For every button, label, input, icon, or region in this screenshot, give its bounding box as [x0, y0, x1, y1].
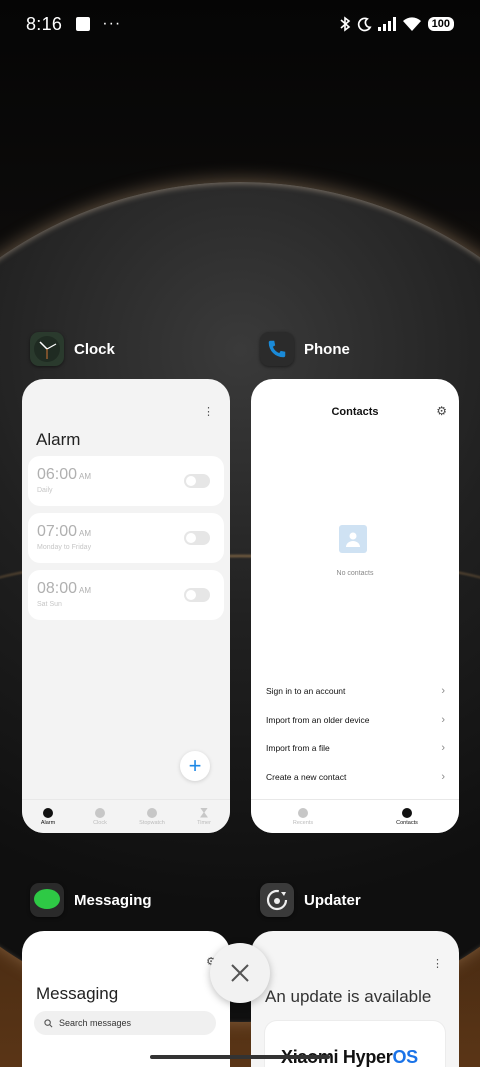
update-available-title: An update is available — [265, 987, 432, 1006]
analog-clock-icon — [34, 336, 60, 362]
tab-label: Alarm — [40, 819, 56, 826]
alarm-repeat: Monday to Friday — [37, 544, 92, 551]
messaging-app-icon — [30, 883, 64, 917]
alarm-row[interactable]: 07:00 AM Monday to Friday — [28, 513, 224, 563]
messaging-app-card[interactable]: ⚙ Messaging Search messages — [22, 931, 230, 1067]
status-time: 8:16 — [26, 13, 63, 34]
menu-label: Import from a file — [266, 743, 330, 753]
tab-recents[interactable]: Recents — [281, 807, 326, 826]
contacts-title: Contacts — [331, 406, 379, 418]
messaging-title: Messaging — [36, 984, 119, 1003]
tab-label: Clock — [93, 819, 107, 826]
menu-label: Import from an older device — [266, 715, 370, 725]
alarm-time: 06:00 AM — [37, 466, 92, 483]
signal-icon — [377, 17, 396, 31]
chevron-right-icon: › — [441, 771, 445, 783]
alarm-row[interactable]: 06:00 AM Daily — [28, 456, 224, 506]
search-messages-input[interactable]: Search messages — [34, 1011, 216, 1035]
bluetooth-icon — [340, 16, 350, 32]
more-options-icon[interactable]: ⋮ — [203, 405, 214, 418]
tab-label: Recents — [292, 819, 314, 826]
settings-gear-icon[interactable]: ⚙ — [436, 404, 447, 418]
search-placeholder: Search messages — [59, 1018, 132, 1028]
more-notifications-icon: ··· — [102, 15, 122, 32]
phone-bottom-nav: Recents Contacts — [251, 799, 459, 833]
alarm-icon — [43, 807, 53, 818]
tab-label: Stopwatch — [139, 819, 165, 826]
battery-icon: 100 — [427, 17, 454, 31]
wifi-icon — [402, 16, 421, 31]
updater-app-name: Updater — [304, 891, 361, 909]
notification-square-icon — [76, 17, 91, 31]
person-icon — [402, 807, 412, 818]
updater-app-icon — [260, 883, 294, 917]
tab-stopwatch[interactable]: Stopwatch — [130, 807, 175, 826]
alarm-row[interactable]: 08:00 AM Sat Sun — [28, 570, 224, 620]
alarm-time: 08:00 AM — [37, 580, 92, 597]
phone-app-card[interactable]: Contacts ⚙ No contacts Sign in to an acc… — [251, 379, 459, 833]
sign-in-account-item[interactable]: Sign in to an account › — [266, 681, 445, 701]
import-older-device-item[interactable]: Import from an older device › — [266, 710, 445, 730]
clear-all-button[interactable] — [210, 943, 270, 1003]
recents-phone-icon — [298, 807, 308, 818]
chevron-right-icon: › — [441, 685, 445, 697]
hourglass-icon — [200, 807, 208, 818]
home-indicator[interactable] — [150, 1055, 330, 1059]
tab-clock[interactable]: Clock — [78, 807, 123, 826]
clock-icon — [95, 807, 105, 818]
contact-placeholder-icon — [339, 525, 367, 553]
alarm-repeat: Daily — [37, 487, 53, 494]
clock-app-card[interactable]: ⋮ Alarm 06:00 AM Daily 07:00 AM Monday to … — [22, 379, 230, 833]
more-options-icon[interactable]: ⋮ — [432, 957, 443, 970]
tab-label: Contacts — [396, 819, 418, 826]
tab-label: Timer — [197, 819, 211, 826]
messaging-app-header[interactable]: Messaging — [30, 883, 152, 917]
phone-handset-icon — [268, 340, 286, 358]
moon-icon — [357, 17, 372, 31]
status-bar: 8:16 ··· 100 — [0, 0, 480, 48]
alarm-title: Alarm — [36, 430, 81, 449]
updater-app-header[interactable]: Updater — [260, 883, 361, 917]
messaging-app-name: Messaging — [74, 891, 152, 909]
stopwatch-icon — [147, 807, 157, 818]
phone-app-icon — [260, 332, 294, 366]
no-contacts-text: No contacts — [336, 570, 374, 577]
alarm-repeat: Sat Sun — [37, 601, 62, 608]
updater-app-card[interactable]: ⋮ An update is available Xiaomi HyperOS — [251, 931, 459, 1067]
chat-bubble-icon — [34, 889, 60, 909]
alarm-toggle[interactable] — [184, 588, 210, 602]
add-alarm-button[interactable]: + — [180, 751, 210, 781]
clock-app-header[interactable]: Clock — [30, 332, 115, 366]
clock-app-name: Clock — [74, 340, 115, 358]
menu-label: Sign in to an account — [266, 686, 346, 696]
clock-bottom-nav: Alarm Clock Stopwatch Timer — [22, 799, 230, 833]
phone-app-name: Phone — [304, 340, 350, 358]
alarm-time: 07:00 AM — [37, 523, 92, 540]
clock-app-icon — [30, 332, 64, 366]
chevron-right-icon: › — [441, 742, 445, 754]
close-icon — [231, 964, 249, 982]
status-icons: 100 — [339, 16, 454, 32]
alarm-toggle[interactable] — [184, 531, 210, 545]
phone-app-header[interactable]: Phone — [260, 332, 350, 366]
create-contact-item[interactable]: Create a new contact › — [266, 767, 445, 787]
import-file-item[interactable]: Import from a file › — [266, 738, 445, 758]
update-refresh-icon — [266, 889, 288, 911]
chevron-right-icon: › — [441, 714, 445, 726]
menu-label: Create a new contact — [266, 772, 347, 782]
tab-contacts[interactable]: Contacts — [385, 807, 430, 826]
tab-alarm[interactable]: Alarm — [26, 807, 71, 826]
search-icon — [44, 1018, 53, 1027]
tab-timer[interactable]: Timer — [182, 807, 227, 826]
alarm-toggle[interactable] — [184, 474, 210, 488]
